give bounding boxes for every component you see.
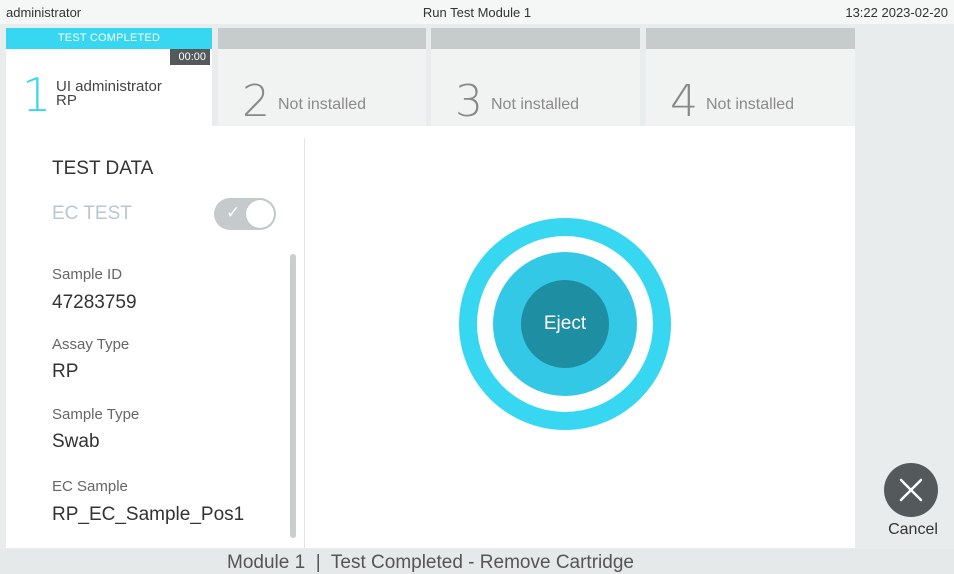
test-data-title: TEST DATA	[52, 158, 154, 179]
eject-button[interactable]: Eject	[459, 218, 671, 430]
top-status-bar: administrator Run Test Module 1 13:22 20…	[0, 0, 954, 24]
eject-area: Eject	[305, 126, 855, 548]
module-number: 4	[670, 76, 698, 127]
module-status-bar	[646, 28, 855, 49]
module-assay: RP	[56, 92, 77, 109]
module-status-label: Not installed	[706, 96, 795, 113]
cancel-button[interactable]	[884, 463, 938, 517]
module-tab-4[interactable]: 4 Not installed	[646, 28, 855, 126]
sample-type-value: Swab	[52, 431, 100, 452]
module-number: 1	[22, 68, 52, 122]
module-tab-3[interactable]: 3 Not installed	[431, 28, 640, 126]
assay-type-label: Assay Type	[52, 336, 130, 353]
sample-type-label: Sample Type	[52, 406, 140, 423]
module-tab-2[interactable]: 2 Not installed	[218, 28, 426, 126]
module-tab-1[interactable]: TEST COMPLETED 00:00 1 UI administrator …	[6, 28, 212, 126]
cancel-label[interactable]: Cancel	[884, 521, 942, 539]
toggle-knob	[246, 200, 274, 228]
check-icon: ✓	[226, 203, 241, 223]
module-number: 3	[455, 76, 483, 127]
module-timer: 00:00	[170, 49, 210, 65]
status-message: Module 1 | Test Completed - Remove Cartr…	[227, 552, 634, 573]
assay-type-value: RP	[52, 361, 79, 382]
module-number: 2	[242, 76, 270, 127]
module-status-bar	[431, 28, 640, 49]
sample-id-value: 47283759	[52, 292, 137, 313]
date-time: 13:22 2023-02-20	[845, 5, 948, 20]
module-status-label: Not installed	[278, 96, 367, 113]
eject-label: Eject	[543, 313, 587, 334]
module-status-bar	[218, 28, 426, 49]
close-icon	[899, 478, 923, 502]
module-status: TEST COMPLETED	[57, 32, 161, 44]
sample-id-label: Sample ID	[52, 266, 123, 283]
main-panel: TEST DATA EC TEST ✓ Sample ID 47283759 A…	[6, 126, 855, 548]
window-title: Run Test Module 1	[422, 5, 532, 20]
status-footer: Module 1 | Test Completed - Remove Cartr…	[0, 549, 954, 574]
module-status-label: Not installed	[491, 96, 580, 113]
ec-sample-label: EC Sample	[52, 478, 128, 495]
ec-sample-value: RP_EC_Sample_Pos1	[52, 504, 245, 525]
ec-test-label: EC TEST	[52, 203, 132, 224]
test-data-scrollbar[interactable]	[290, 254, 296, 538]
test-data-panel: TEST DATA EC TEST ✓ Sample ID 47283759 A…	[6, 126, 304, 548]
ec-test-toggle[interactable]: ✓	[214, 198, 276, 230]
